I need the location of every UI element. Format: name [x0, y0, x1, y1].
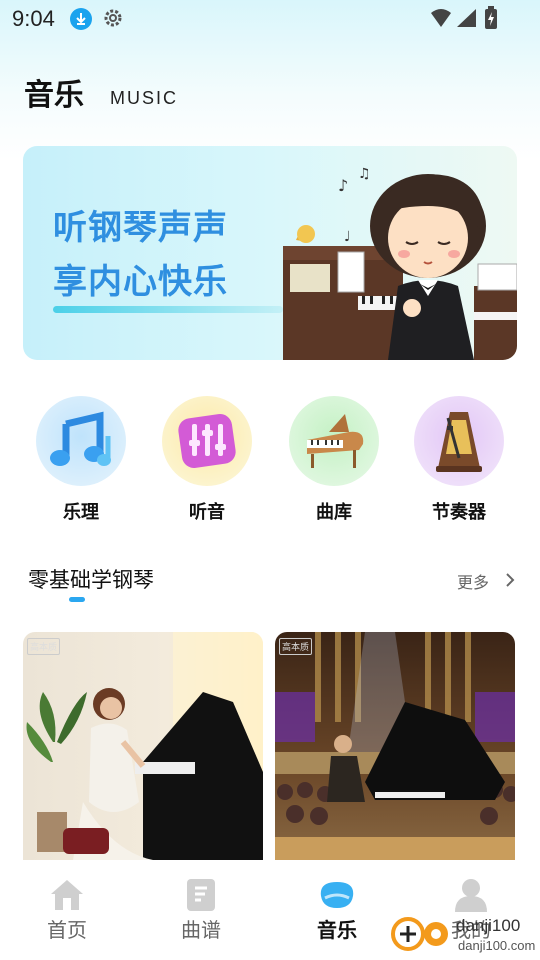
svg-text:♪: ♪ — [338, 176, 348, 195]
category-listening[interactable]: 听音 — [161, 396, 253, 524]
user-icon — [455, 879, 487, 912]
metronome-icon — [414, 396, 504, 486]
category-label: 听音 — [189, 502, 225, 523]
chevron-right-icon[interactable] — [504, 571, 516, 593]
status-bar: 9:04 — [0, 0, 540, 40]
category-label: 乐理 — [63, 502, 99, 523]
page-title: 音乐 — [24, 78, 84, 113]
music-notes-icon — [36, 396, 126, 486]
svg-text:♫: ♫ — [358, 166, 371, 182]
nav-home[interactable]: 首页 — [12, 860, 122, 943]
lesson-card[interactable]: 高本质 — [23, 632, 263, 860]
sheet-music-icon — [187, 879, 215, 911]
wifi-icon — [430, 8, 452, 32]
more-link[interactable]: 更多 — [457, 569, 489, 593]
promo-banner[interactable]: 听钢琴声声 享内心快乐 ♪ ♫ ♩ — [23, 146, 517, 360]
lesson-card[interactable]: 高本质 — [275, 632, 515, 860]
watermark-url: danji100.com — [458, 938, 536, 953]
card-tag: 高本质 — [27, 638, 61, 655]
section-title: 零基础学钢琴 — [28, 568, 154, 592]
section-indicator — [69, 597, 85, 602]
page-subtitle: MUSIC — [110, 88, 178, 108]
banner-underline — [53, 306, 283, 313]
status-time: 9:04 — [12, 6, 55, 31]
equalizer-icon — [162, 396, 252, 486]
svg-text:♩: ♩ — [344, 229, 351, 245]
category-metronome[interactable]: 节奏器 — [413, 396, 505, 524]
battery-icon — [484, 6, 498, 34]
category-label: 节奏器 — [432, 502, 486, 523]
nav-label: 音乐 — [317, 918, 357, 942]
card-tag: 高本质 — [279, 638, 313, 655]
category-label: 曲库 — [316, 502, 352, 523]
signal-icon — [455, 8, 477, 32]
banner-headline-1: 听钢琴声声 — [53, 208, 228, 248]
nav-label: 曲谱 — [181, 918, 221, 942]
download-icon — [70, 8, 92, 30]
music-nav-icon — [320, 882, 354, 908]
watermark-text: danji100 — [456, 916, 521, 935]
nav-music[interactable]: 音乐 — [282, 860, 392, 943]
danji-logo-icon — [391, 917, 448, 951]
concert-hall-pianist-photo — [275, 632, 515, 860]
nav-label: 首页 — [47, 918, 87, 942]
grand-piano-icon — [289, 396, 379, 486]
banner-headline-2: 享内心快乐 — [53, 262, 228, 302]
home-icon — [51, 880, 83, 910]
woman-playing-piano-photo — [23, 632, 263, 860]
nav-sheet-music[interactable]: 曲谱 — [146, 860, 256, 943]
category-theory[interactable]: 乐理 — [35, 396, 127, 524]
category-library[interactable]: 曲库 — [288, 396, 380, 524]
gear-icon — [102, 7, 124, 29]
pianist-illustration: ♪ ♫ ♩ — [278, 146, 517, 360]
